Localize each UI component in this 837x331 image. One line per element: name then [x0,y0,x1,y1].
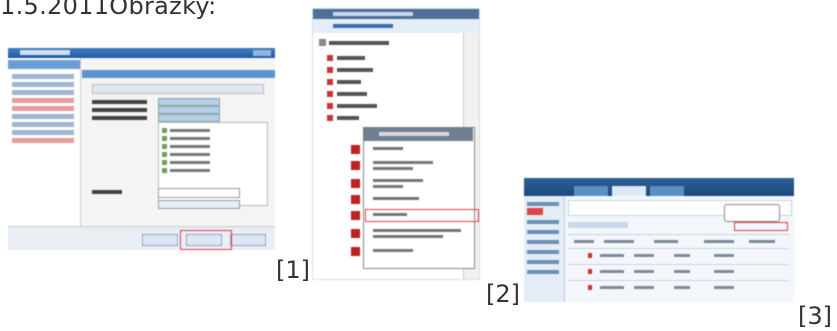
thumbnail-caption-2: [2] [486,280,520,308]
thumbnail-image-2[interactable] [312,8,480,280]
page-heading: 1.5.2011Obrázky: [0,0,217,20]
thumbnail-image-1[interactable] [8,48,275,250]
thumbnail-caption-1: [1] [276,256,310,284]
thumbnail-image-3[interactable] [524,178,794,302]
thumbnail-caption-3: [3] [798,302,832,330]
